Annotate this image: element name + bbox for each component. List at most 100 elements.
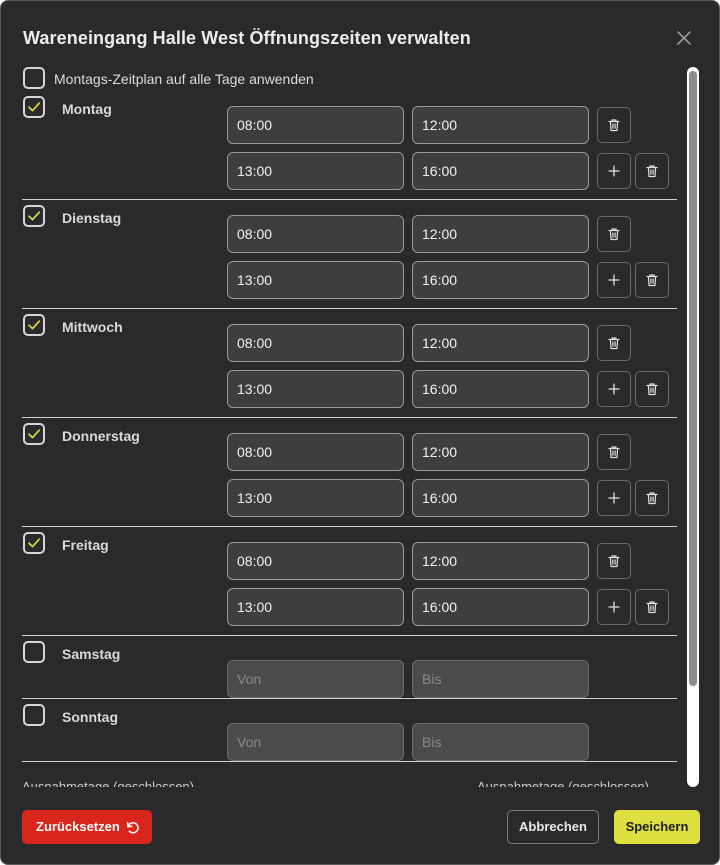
cancel-button[interactable]: Abbrechen xyxy=(507,810,599,844)
day-checkbox-sonntag[interactable] xyxy=(23,704,45,726)
time-to-input-dienstag-2[interactable]: 16:00 xyxy=(412,261,589,299)
time-from-value: 08:00 xyxy=(237,117,273,133)
schedule-list[interactable]: Montags-Zeitplan auf alle Tage anwenden … xyxy=(1,61,701,787)
time-to-input-dienstag-1[interactable]: 12:00 xyxy=(412,215,589,253)
time-to-value: 12:00 xyxy=(422,553,458,569)
apply-all-checkbox[interactable] xyxy=(23,67,45,89)
add-slot-button-dienstag[interactable] xyxy=(597,262,631,298)
time-from-value: 08:00 xyxy=(237,553,273,569)
day-label-samstag: Samstag xyxy=(62,646,121,662)
time-from-input-sonntag-1[interactable]: Von xyxy=(227,723,404,761)
time-to-input-donnerstag-1[interactable]: 12:00 xyxy=(412,433,589,471)
exceptions-heading-left: Ausnahmetage (geschlossen) xyxy=(22,779,194,787)
close-icon[interactable] xyxy=(674,28,694,48)
time-to-input-montag-2[interactable]: 16:00 xyxy=(412,152,589,190)
time-to-value: 12:00 xyxy=(422,335,458,351)
day-divider xyxy=(22,635,677,636)
day-label-montag: Montag xyxy=(62,101,112,117)
time-from-input-montag-1[interactable]: 08:00 xyxy=(227,106,404,144)
day-checkbox-donnerstag[interactable] xyxy=(23,423,45,445)
time-from-input-montag-2[interactable]: 13:00 xyxy=(227,152,404,190)
time-to-input-freitag-1[interactable]: 12:00 xyxy=(412,542,589,580)
time-from-value: 13:00 xyxy=(237,381,273,397)
time-from-value: 13:00 xyxy=(237,599,273,615)
trash-icon xyxy=(646,492,658,505)
time-to-input-montag-1[interactable]: 12:00 xyxy=(412,106,589,144)
day-label-mittwoch: Mittwoch xyxy=(62,319,123,335)
add-slot-button-donnerstag[interactable] xyxy=(597,480,631,516)
time-from-value: 08:00 xyxy=(237,444,273,460)
delete-slot-button-montag-1[interactable] xyxy=(597,107,631,143)
day-label-sonntag: Sonntag xyxy=(62,709,118,725)
time-from-input-donnerstag-2[interactable]: 13:00 xyxy=(227,479,404,517)
time-to-input-mittwoch-1[interactable]: 12:00 xyxy=(412,324,589,362)
apply-all-label: Montags-Zeitplan auf alle Tage anwenden xyxy=(54,71,314,87)
delete-slot-button-freitag-2[interactable] xyxy=(635,589,669,625)
trash-icon xyxy=(646,274,658,287)
delete-slot-button-freitag-1[interactable] xyxy=(597,543,631,579)
time-to-value: Bis xyxy=(422,734,442,750)
time-to-value: 16:00 xyxy=(422,490,458,506)
time-from-value: 13:00 xyxy=(237,272,273,288)
delete-slot-button-dienstag-1[interactable] xyxy=(597,216,631,252)
delete-slot-button-montag-2[interactable] xyxy=(635,153,669,189)
time-to-value: 12:00 xyxy=(422,117,458,133)
time-to-value: 16:00 xyxy=(422,163,458,179)
time-from-input-mittwoch-1[interactable]: 08:00 xyxy=(227,324,404,362)
plus-icon xyxy=(608,492,620,504)
time-from-value: 13:00 xyxy=(237,163,273,179)
delete-slot-button-donnerstag-1[interactable] xyxy=(597,434,631,470)
plus-icon xyxy=(608,601,620,613)
trash-icon xyxy=(608,119,620,132)
time-from-input-dienstag-1[interactable]: 08:00 xyxy=(227,215,404,253)
day-checkbox-mittwoch[interactable] xyxy=(23,314,45,336)
time-to-value: 12:00 xyxy=(422,444,458,460)
day-divider xyxy=(22,761,677,762)
time-from-input-mittwoch-2[interactable]: 13:00 xyxy=(227,370,404,408)
day-label-donnerstag: Donnerstag xyxy=(62,428,140,444)
day-label-freitag: Freitag xyxy=(62,537,109,553)
time-to-value: 16:00 xyxy=(422,272,458,288)
time-from-value: 08:00 xyxy=(237,335,273,351)
dialog-title: Wareneingang Halle West Öffnungszeiten v… xyxy=(23,28,471,48)
time-from-input-freitag-1[interactable]: 08:00 xyxy=(227,542,404,580)
time-from-input-dienstag-2[interactable]: 13:00 xyxy=(227,261,404,299)
time-to-value: 16:00 xyxy=(422,599,458,615)
plus-icon xyxy=(608,383,620,395)
plus-icon xyxy=(608,274,620,286)
add-slot-button-freitag[interactable] xyxy=(597,589,631,625)
add-slot-button-mittwoch[interactable] xyxy=(597,371,631,407)
time-from-input-samstag-1[interactable]: Von xyxy=(227,660,404,698)
trash-icon xyxy=(646,165,658,178)
scrollbar-thumb[interactable] xyxy=(689,71,697,686)
save-button[interactable]: Speichern xyxy=(614,810,700,844)
trash-icon xyxy=(608,228,620,241)
time-from-value: 08:00 xyxy=(237,226,273,242)
delete-slot-button-donnerstag-2[interactable] xyxy=(635,480,669,516)
time-to-input-mittwoch-2[interactable]: 16:00 xyxy=(412,370,589,408)
time-from-input-donnerstag-1[interactable]: 08:00 xyxy=(227,433,404,471)
time-to-input-samstag-1[interactable]: Bis xyxy=(412,660,589,698)
trash-icon xyxy=(646,383,658,396)
time-to-input-sonntag-1[interactable]: Bis xyxy=(412,723,589,761)
time-from-value: 13:00 xyxy=(237,490,273,506)
day-divider xyxy=(22,308,677,309)
day-divider xyxy=(22,698,677,699)
reset-button[interactable]: Zurücksetzen xyxy=(22,810,152,844)
trash-icon xyxy=(646,601,658,614)
day-checkbox-dienstag[interactable] xyxy=(23,205,45,227)
day-divider xyxy=(22,199,677,200)
rotate-ccw-icon xyxy=(126,822,139,834)
delete-slot-button-dienstag-2[interactable] xyxy=(635,262,669,298)
delete-slot-button-mittwoch-1[interactable] xyxy=(597,325,631,361)
time-from-input-freitag-2[interactable]: 13:00 xyxy=(227,588,404,626)
day-checkbox-samstag[interactable] xyxy=(23,641,45,663)
time-to-input-donnerstag-2[interactable]: 16:00 xyxy=(412,479,589,517)
add-slot-button-montag[interactable] xyxy=(597,153,631,189)
time-from-value: Von xyxy=(237,734,262,750)
day-checkbox-montag[interactable] xyxy=(23,96,45,118)
delete-slot-button-mittwoch-2[interactable] xyxy=(635,371,669,407)
plus-icon xyxy=(608,165,620,177)
day-checkbox-freitag[interactable] xyxy=(23,532,45,554)
time-to-input-freitag-2[interactable]: 16:00 xyxy=(412,588,589,626)
